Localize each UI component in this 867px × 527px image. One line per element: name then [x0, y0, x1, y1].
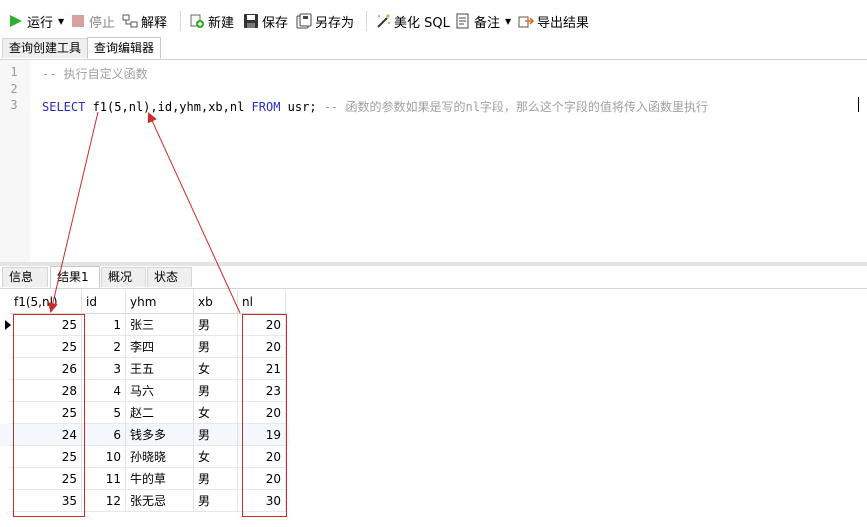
table-cell[interactable]: 赵二: [126, 402, 194, 424]
sql-keyword-from: FROM: [251, 100, 281, 114]
tab-info[interactable]: 信息: [2, 267, 48, 287]
export-results-button[interactable]: 导出结果: [518, 11, 589, 31]
sql-keyword-select: SELECT: [42, 100, 86, 114]
line-number-gutter: 1 2 3: [0, 60, 30, 262]
result-tab-bar: 信息 结果1 概况 状态: [0, 266, 867, 289]
note-icon: [455, 13, 471, 29]
tab-result-1[interactable]: 结果1: [50, 266, 100, 288]
table-cell[interactable]: 3: [82, 358, 126, 380]
column-header[interactable]: nl: [238, 290, 286, 314]
chevron-down-icon[interactable]: ▼: [505, 17, 511, 26]
toolbar-separator: [180, 11, 181, 31]
table-cell[interactable]: 女: [194, 402, 238, 424]
sql-comment: -- 执行自定义函数: [42, 67, 148, 81]
table-cell[interactable]: 男: [194, 490, 238, 512]
column-header[interactable]: id: [82, 290, 126, 314]
new-icon: [189, 13, 205, 29]
notes-button[interactable]: 备注 ▼: [455, 11, 511, 31]
table-cell[interactable]: 牛的草: [126, 468, 194, 490]
column-header[interactable]: f1(5,nl): [10, 290, 82, 314]
chevron-down-icon[interactable]: ▼: [58, 17, 64, 26]
notes-label: 备注: [474, 15, 501, 31]
code-line-1: -- 执行自定义函数: [42, 65, 148, 82]
save-as-icon: [296, 13, 312, 29]
column-header[interactable]: xb: [194, 290, 238, 314]
wand-icon: [375, 13, 391, 29]
explain-icon: [122, 13, 138, 29]
tab-query-builder[interactable]: 查询创建工具: [2, 38, 89, 58]
table-cell[interactable]: 1: [82, 314, 126, 336]
table-cell[interactable]: 女: [194, 446, 238, 468]
run-label: 运行: [27, 15, 54, 31]
table-cell[interactable]: 2: [82, 336, 126, 358]
beautify-sql-button[interactable]: 美化 SQL: [375, 11, 450, 31]
new-label: 新建: [208, 15, 235, 31]
table-cell[interactable]: 男: [194, 314, 238, 336]
save-as-label: 另存为: [315, 15, 355, 31]
table-cell[interactable]: 女: [194, 358, 238, 380]
sql-columns: ,nl),id,yhm,xb,nl: [121, 100, 252, 114]
table-cell[interactable]: 张三: [126, 314, 194, 336]
table-cell[interactable]: 孙晓晓: [126, 446, 194, 468]
stop-label: 停止: [89, 15, 116, 31]
table-cell[interactable]: 李四: [126, 336, 194, 358]
line-number: 1: [10, 65, 18, 79]
table-cell[interactable]: 钱多多: [126, 424, 194, 446]
tab-query-editor[interactable]: 查询编辑器: [87, 37, 162, 59]
table-cell[interactable]: 12: [82, 490, 126, 512]
sql-function-call: f1(: [85, 100, 115, 114]
table-cell[interactable]: 4: [82, 380, 126, 402]
line-number: 3: [10, 98, 18, 112]
text-cursor: [858, 97, 859, 112]
editor-tab-bar: 查询创建工具 查询编辑器: [0, 37, 867, 60]
run-button[interactable]: 运行 ▼: [8, 11, 64, 31]
explain-label: 解释: [141, 15, 168, 31]
tab-status[interactable]: 状态: [147, 267, 192, 287]
line-number: 2: [10, 82, 18, 96]
table-cell[interactable]: 男: [194, 380, 238, 402]
annotation-box-function-column: [13, 314, 85, 517]
column-header[interactable]: yhm: [126, 290, 194, 314]
table-cell[interactable]: 张无忌: [126, 490, 194, 512]
save-icon: [243, 13, 259, 29]
explain-button[interactable]: 解释: [122, 11, 167, 31]
table-cell[interactable]: 男: [194, 468, 238, 490]
toolbar-separator: [366, 11, 367, 31]
sql-editor[interactable]: 1 2 3 -- 执行自定义函数 SELECT f1(5,nl),id,yhm,…: [0, 60, 867, 262]
save-label: 保存: [262, 15, 289, 31]
save-as-button[interactable]: 另存为: [296, 11, 354, 31]
save-button[interactable]: 保存: [243, 11, 288, 31]
beautify-sql-label: 美化 SQL: [394, 15, 450, 31]
sql-number: 5: [114, 100, 122, 114]
play-icon: [8, 13, 24, 29]
table-cell[interactable]: 6: [82, 424, 126, 446]
sql-table: usr;: [280, 100, 324, 114]
table-cell[interactable]: 马六: [126, 380, 194, 402]
table-cell[interactable]: 男: [194, 424, 238, 446]
table-cell[interactable]: 5: [82, 402, 126, 424]
table-cell[interactable]: 11: [82, 468, 126, 490]
sql-comment: -- 函数的参数如果是写的nl字段，那么这个字段的值将传入函数里执行: [323, 100, 708, 114]
export-results-label: 导出结果: [537, 15, 590, 31]
annotation-box-nl-column: [242, 314, 287, 517]
toolbar: 运行 ▼ 停止 解释 新建 保存 另存为 美化 SQL 备注 ▼ 导出结果: [0, 0, 867, 38]
stop-icon: [70, 13, 86, 29]
new-button[interactable]: 新建: [189, 11, 234, 31]
table-cell[interactable]: 男: [194, 336, 238, 358]
tab-overview[interactable]: 概况: [101, 267, 146, 287]
code-line-3: SELECT f1(5,nl),id,yhm,xb,nl FROM usr; -…: [42, 98, 708, 115]
stop-button[interactable]: 停止: [70, 11, 115, 31]
table-cell[interactable]: 王五: [126, 358, 194, 380]
export-icon: [518, 13, 535, 29]
table-cell[interactable]: 10: [82, 446, 126, 468]
